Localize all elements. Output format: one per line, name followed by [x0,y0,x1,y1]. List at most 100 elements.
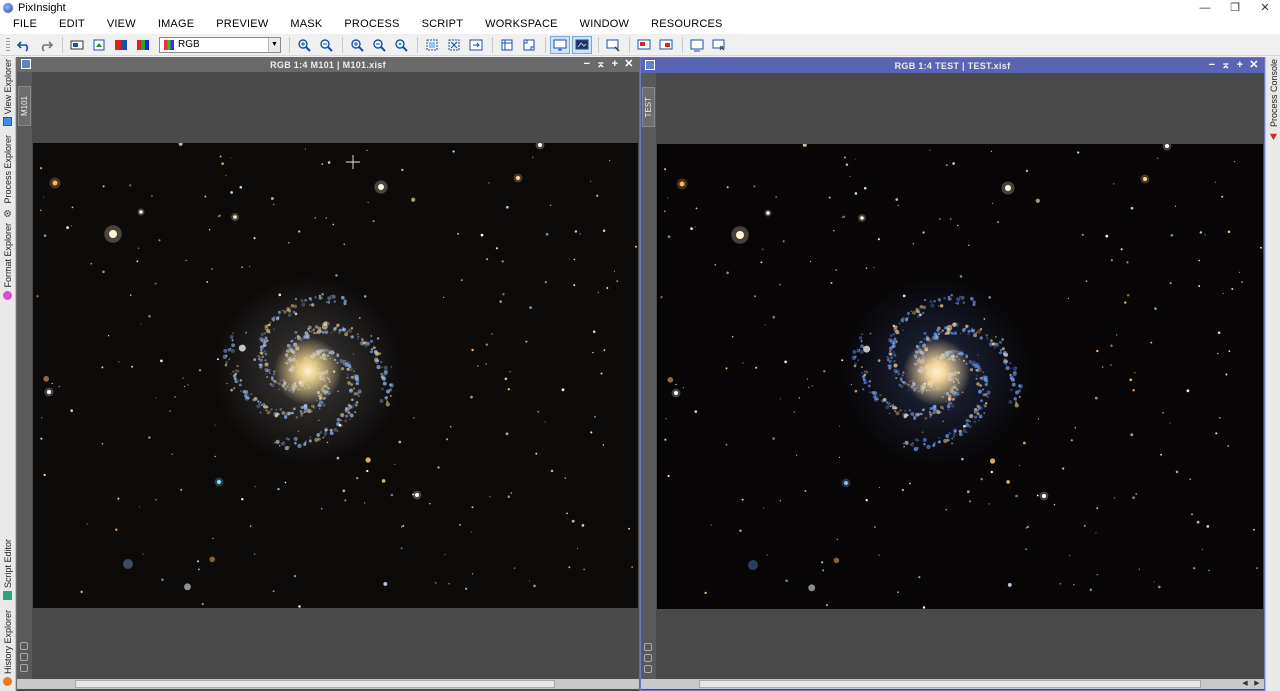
zoom-tool-icon[interactable] [497,36,517,54]
menu-view[interactable]: VIEW [96,15,147,34]
chevron-down-icon[interactable]: ▼ [268,37,280,52]
image-window-icon [645,60,655,70]
undo-icon[interactable] [14,36,34,54]
shade-button[interactable]: − [580,57,594,72]
new-preview-icon[interactable] [603,36,623,54]
gear-icon [3,207,12,217]
image-window-icon [21,59,31,69]
horizontal-scrollbar[interactable] [17,679,639,689]
channel-select[interactable]: RGB ▼ [159,36,281,53]
view-tab-test-label: TEST [644,96,653,118]
zoom-in-2-icon[interactable] [347,36,367,54]
menu-bar: FILE EDIT VIEW IMAGE PREVIEW MASK PROCES… [0,15,1280,34]
menu-resources[interactable]: RESOURCES [640,15,733,34]
zoom-1-1-icon[interactable] [391,36,411,54]
toolbar-separator [417,36,418,53]
scroll-left-icon[interactable]: ◀ [1240,679,1250,689]
scrollbar-thumb[interactable] [75,680,555,688]
workspace[interactable]: View Explorer Process Explorer Format Ex… [0,57,1280,691]
history-icon [3,677,12,687]
tab-history-explorer[interactable]: History Explorer [0,610,15,687]
maximize-window-button[interactable]: + [1233,58,1247,73]
pin-icon[interactable] [20,642,28,650]
close-button[interactable]: ✕ [1250,0,1280,15]
tab-process-explorer[interactable]: Process Explorer [0,135,15,217]
galaxy-image-left [33,143,638,608]
view-strip-icons [20,642,30,672]
pan-icon[interactable] [466,36,486,54]
channel-alpha-icon[interactable] [133,36,153,54]
close-window-button[interactable]: ✕ [622,57,636,72]
workspace-icon[interactable] [687,36,707,54]
tab-format-explorer[interactable]: Format Explorer [0,223,15,300]
toolbar-grip[interactable] [6,37,10,52]
shade-button[interactable]: − [1205,58,1219,73]
tab-script-editor[interactable]: Script Editor [0,539,15,601]
menu-workspace[interactable]: WORKSPACE [474,15,569,34]
minimize-button[interactable]: — [1190,0,1220,15]
toolbar: RGB ▼ [0,34,1280,56]
menu-image[interactable]: IMAGE [147,15,205,34]
toolbar-separator [598,36,599,53]
redo-icon[interactable] [36,36,56,54]
pin-icon[interactable] [644,643,652,651]
image-canvas[interactable] [32,72,639,679]
menu-window[interactable]: WINDOW [569,15,640,34]
maximize-button[interactable]: ❐ [1220,0,1250,15]
iconize-button[interactable]: ⌅ [594,57,608,72]
scroll-right-icon[interactable]: ▶ [1252,679,1262,689]
image-window-test-title-bar[interactable]: RGB 1:4 TEST | TEST.xisf − ⌅ + ✕ [641,58,1264,73]
menu-mask[interactable]: MASK [279,15,333,34]
mask-show-icon[interactable] [634,36,654,54]
new-image-icon[interactable] [89,36,109,54]
tab-view-explorer[interactable]: View Explorer [0,59,15,127]
view-explorer-icon [3,117,12,127]
view-tab-m101[interactable]: M101 [18,86,31,126]
display-screen-icon[interactable] [572,35,592,54]
link-icon[interactable] [709,36,729,54]
image-properties-icon[interactable] [67,36,87,54]
galaxy-image-right [657,144,1263,609]
display-stf-icon[interactable] [550,35,570,54]
maximize-window-button[interactable]: + [608,57,622,72]
console-icon [1269,130,1278,141]
image-window-test-title: RGB 1:4 TEST | TEST.xisf [894,60,1011,71]
image-window-m101[interactable]: RGB 1:4 M101 | M101.xisf − ⌅ + ✕ M101 [17,57,639,691]
horizontal-scrollbar[interactable]: ◀ ▶ [641,679,1264,689]
app-title: PixInsight [18,1,66,14]
tab-process-console[interactable]: Process Console [1266,59,1280,141]
image-canvas[interactable] [656,73,1264,679]
format-icon [3,290,12,300]
menu-process[interactable]: PROCESS [333,15,410,34]
zoom-out-2-icon[interactable] [369,36,389,54]
copy-icon[interactable] [20,664,28,672]
tab-process-explorer-label: Process Explorer [2,135,13,204]
image-window-test[interactable]: RGB 1:4 TEST | TEST.xisf − ⌅ + ✕ TEST ◀ [640,57,1265,691]
menu-file[interactable]: FILE [2,15,48,34]
copy-icon[interactable] [644,665,652,673]
fit-window-icon[interactable] [444,36,464,54]
mask-invert-icon[interactable] [656,36,676,54]
tab-history-explorer-label: History Explorer [2,610,13,675]
test-image[interactable] [657,144,1263,609]
readout-icon[interactable] [519,36,539,54]
zoom-in-icon[interactable] [294,36,314,54]
lock-icon[interactable] [644,654,652,662]
toolbar-separator [545,36,546,53]
scrollbar-thumb[interactable] [699,680,1201,688]
rgb-swatch-icon [164,39,174,50]
close-window-button[interactable]: ✕ [1247,58,1261,73]
iconize-button[interactable]: ⌅ [1219,58,1233,73]
tab-format-explorer-label: Format Explorer [2,223,13,288]
image-window-m101-title-bar[interactable]: RGB 1:4 M101 | M101.xisf − ⌅ + ✕ [17,57,639,72]
zoom-out-icon[interactable] [316,36,336,54]
toolbar-separator [62,36,63,53]
menu-preview[interactable]: PREVIEW [205,15,279,34]
menu-script[interactable]: SCRIPT [411,15,475,34]
lock-icon[interactable] [20,653,28,661]
m101-image[interactable] [33,143,638,608]
menu-edit[interactable]: EDIT [48,15,96,34]
channel-red-icon[interactable] [111,36,131,54]
fit-view-icon[interactable] [422,36,442,54]
view-tab-test[interactable]: TEST [642,87,655,127]
